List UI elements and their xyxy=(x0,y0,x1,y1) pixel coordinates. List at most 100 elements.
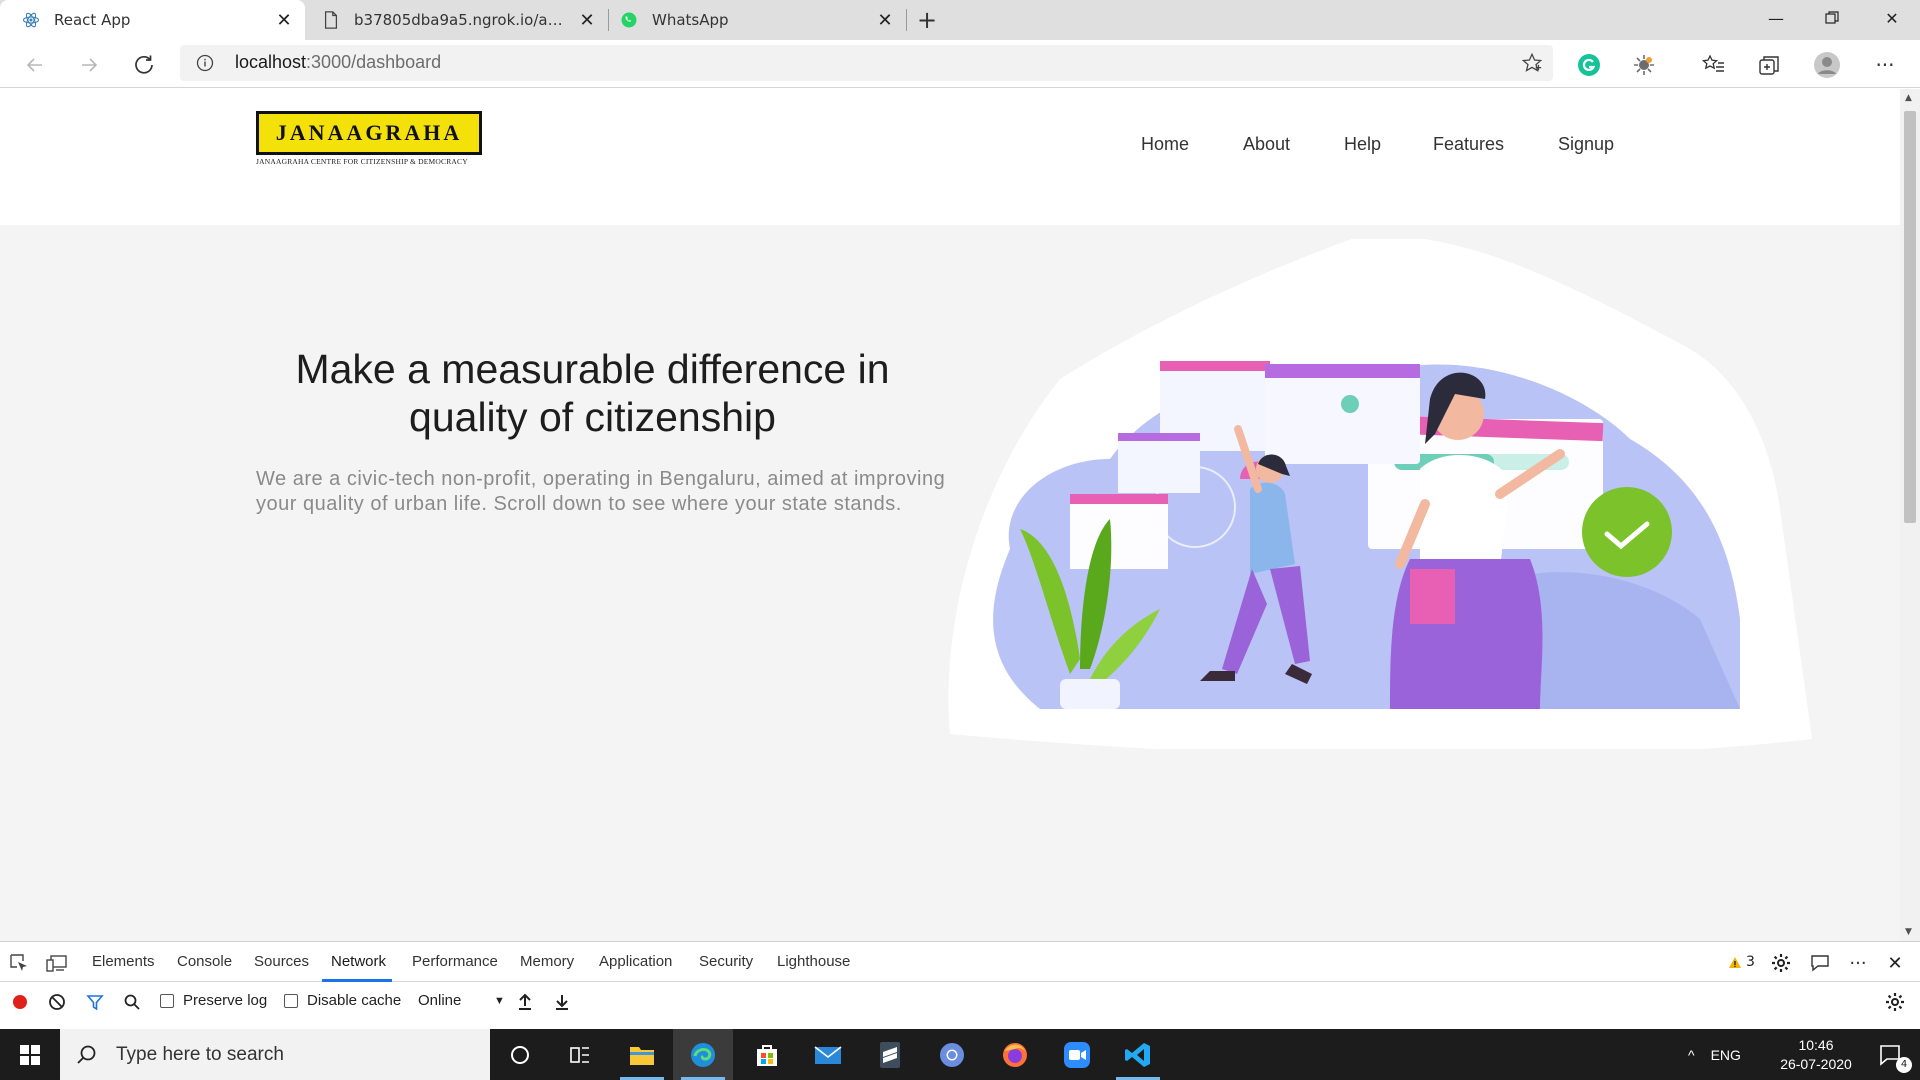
warnings-badge[interactable]: 3 xyxy=(1728,954,1755,970)
mail-icon[interactable] xyxy=(798,1029,858,1080)
show-hidden-icons-icon[interactable]: ^ xyxy=(1688,1047,1695,1063)
favorite-star-icon[interactable] xyxy=(1521,52,1543,78)
search-icon[interactable] xyxy=(119,989,145,1015)
tab-react-app[interactable]: React App ✕ xyxy=(0,0,305,40)
search-icon xyxy=(77,1045,96,1064)
chrome-icon[interactable] xyxy=(922,1029,982,1080)
network-settings-gear-icon[interactable] xyxy=(1882,989,1908,1015)
logo-wordmark: JANAAGRAHA xyxy=(275,120,463,145)
notifications-icon[interactable]: 4 xyxy=(1860,1029,1920,1080)
close-window-button[interactable]: ✕ xyxy=(1864,0,1920,36)
tab-security[interactable]: Security xyxy=(699,953,753,970)
sublime-icon[interactable] xyxy=(860,1029,920,1080)
scroll-down-icon[interactable]: ▼ xyxy=(1905,927,1912,937)
close-tab-icon[interactable]: ✕ xyxy=(269,5,299,35)
minimize-button[interactable]: — xyxy=(1748,0,1804,36)
edge-icon[interactable] xyxy=(673,1029,733,1080)
whatsapp-icon xyxy=(620,11,638,29)
favorites-icon[interactable] xyxy=(1697,48,1731,82)
throttling-select[interactable]: Online ▼ xyxy=(418,992,505,1009)
system-clock[interactable]: 10:46 26-07-2020 xyxy=(1768,1036,1864,1074)
more-options-icon[interactable]: ··· xyxy=(1868,48,1902,82)
warning-icon xyxy=(1729,956,1741,968)
people-dashboard-illustration xyxy=(948,239,1812,749)
task-view-icon[interactable] xyxy=(550,1029,610,1080)
back-button[interactable] xyxy=(18,48,52,82)
tab-console[interactable]: Console xyxy=(177,953,232,970)
restore-button[interactable] xyxy=(1804,0,1860,36)
tab-lighthouse[interactable]: Lighthouse xyxy=(777,953,850,970)
checkbox-box[interactable] xyxy=(284,993,298,1008)
filter-icon[interactable] xyxy=(82,989,108,1015)
url-text[interactable]: localhost:3000/dashboard xyxy=(235,52,441,73)
hero-subtitle: We are a civic-tech non-profit, operatin… xyxy=(256,468,946,515)
tab-elements[interactable]: Elements xyxy=(92,953,155,970)
close-tab-icon[interactable]: ✕ xyxy=(870,5,900,35)
tab-title: WhatsApp xyxy=(652,11,729,29)
taskbar-search-placeholder: Type here to search xyxy=(116,1043,284,1065)
preserve-log-checkbox[interactable]: Preserve log xyxy=(160,992,267,1009)
site-header: JANAAGRAHA JANAAGRAHA CENTRE FOR CITIZEN… xyxy=(0,89,1900,225)
janaagraha-logo[interactable]: JANAAGRAHA JANAAGRAHA CENTRE FOR CITIZEN… xyxy=(256,111,482,167)
browser-toolbar: localhost:3000/dashboard ··· xyxy=(0,40,1920,88)
tab-memory[interactable]: Memory xyxy=(520,953,574,970)
settings-gear-icon[interactable] xyxy=(1768,950,1794,976)
address-bar[interactable]: localhost:3000/dashboard xyxy=(180,45,1553,81)
import-har-icon[interactable] xyxy=(512,989,538,1015)
url-host: localhost xyxy=(235,52,307,72)
zoom-icon[interactable] xyxy=(1047,1029,1107,1080)
tab-performance[interactable]: Performance xyxy=(412,953,498,970)
nav-about[interactable]: About xyxy=(1243,134,1290,155)
clear-icon[interactable] xyxy=(44,989,70,1015)
more-devtools-icon[interactable]: ··· xyxy=(1845,950,1871,976)
firefox-icon[interactable] xyxy=(985,1029,1045,1080)
tab-application[interactable]: Application xyxy=(599,953,672,970)
export-har-icon[interactable] xyxy=(549,989,575,1015)
nav-help[interactable]: Help xyxy=(1344,134,1381,155)
page-viewport: JANAAGRAHA JANAAGRAHA CENTRE FOR CITIZEN… xyxy=(0,89,1900,941)
info-icon[interactable] xyxy=(196,54,214,76)
system-tray: ^ ENG xyxy=(1688,1029,1741,1080)
inspect-element-icon[interactable] xyxy=(6,950,32,976)
checkbox-box[interactable] xyxy=(160,993,174,1008)
feedback-icon[interactable] xyxy=(1807,950,1833,976)
logo-wordmark-box: JANAAGRAHA xyxy=(256,111,482,155)
taskbar-search-box[interactable]: Type here to search xyxy=(60,1029,490,1080)
scroll-up-icon[interactable]: ▲ xyxy=(1905,93,1912,103)
refresh-button[interactable] xyxy=(127,48,161,82)
browser-tab-strip: React App ✕ b37805dba9a5.ngrok.io/api/ge… xyxy=(0,0,1920,40)
tab-whatsapp[interactable]: WhatsApp ✕ xyxy=(610,0,906,40)
windows-start-icon[interactable] xyxy=(0,1029,60,1080)
disable-cache-checkbox[interactable]: Disable cache xyxy=(284,992,401,1009)
close-tab-icon[interactable]: ✕ xyxy=(572,5,602,35)
grammarly-icon[interactable] xyxy=(1572,48,1606,82)
notification-count-badge: 4 xyxy=(1896,1057,1912,1073)
close-devtools-icon[interactable]: ✕ xyxy=(1882,950,1908,976)
windows-taskbar: Type here to search ^ ENG 10:46 26-07-20… xyxy=(0,1029,1920,1080)
forward-button[interactable] xyxy=(72,48,106,82)
extension-icon[interactable] xyxy=(1627,48,1661,82)
cortana-icon[interactable] xyxy=(490,1029,550,1080)
clock-time: 10:46 xyxy=(1798,1037,1834,1053)
language-indicator[interactable]: ENG xyxy=(1711,1047,1741,1063)
page-scrollbar[interactable]: ▲ ▼ xyxy=(1900,89,1920,941)
collections-icon[interactable] xyxy=(1752,48,1786,82)
record-icon[interactable] xyxy=(7,989,33,1015)
tab-sources[interactable]: Sources xyxy=(254,953,309,970)
warning-count: 3 xyxy=(1746,954,1755,970)
vscode-icon[interactable] xyxy=(1108,1029,1168,1080)
file-explorer-icon[interactable] xyxy=(612,1029,672,1080)
tab-ngrok[interactable]: b37805dba9a5.ngrok.io/api/get/ ✕ xyxy=(308,0,608,40)
nav-home[interactable]: Home xyxy=(1141,134,1189,155)
nav-signup[interactable]: Signup xyxy=(1558,134,1614,155)
react-icon xyxy=(22,11,40,29)
new-tab-button[interactable]: + xyxy=(912,5,942,35)
scrollbar-thumb[interactable] xyxy=(1904,111,1916,523)
url-path: :3000/dashboard xyxy=(306,52,442,72)
devtools-panel: Elements Console Sources Network Perform… xyxy=(0,941,1920,1029)
nav-features[interactable]: Features xyxy=(1433,134,1504,155)
store-icon[interactable] xyxy=(737,1029,797,1080)
tab-network[interactable]: Network xyxy=(331,953,386,970)
device-toolbar-icon[interactable] xyxy=(44,950,70,976)
profile-avatar[interactable] xyxy=(1810,48,1844,82)
